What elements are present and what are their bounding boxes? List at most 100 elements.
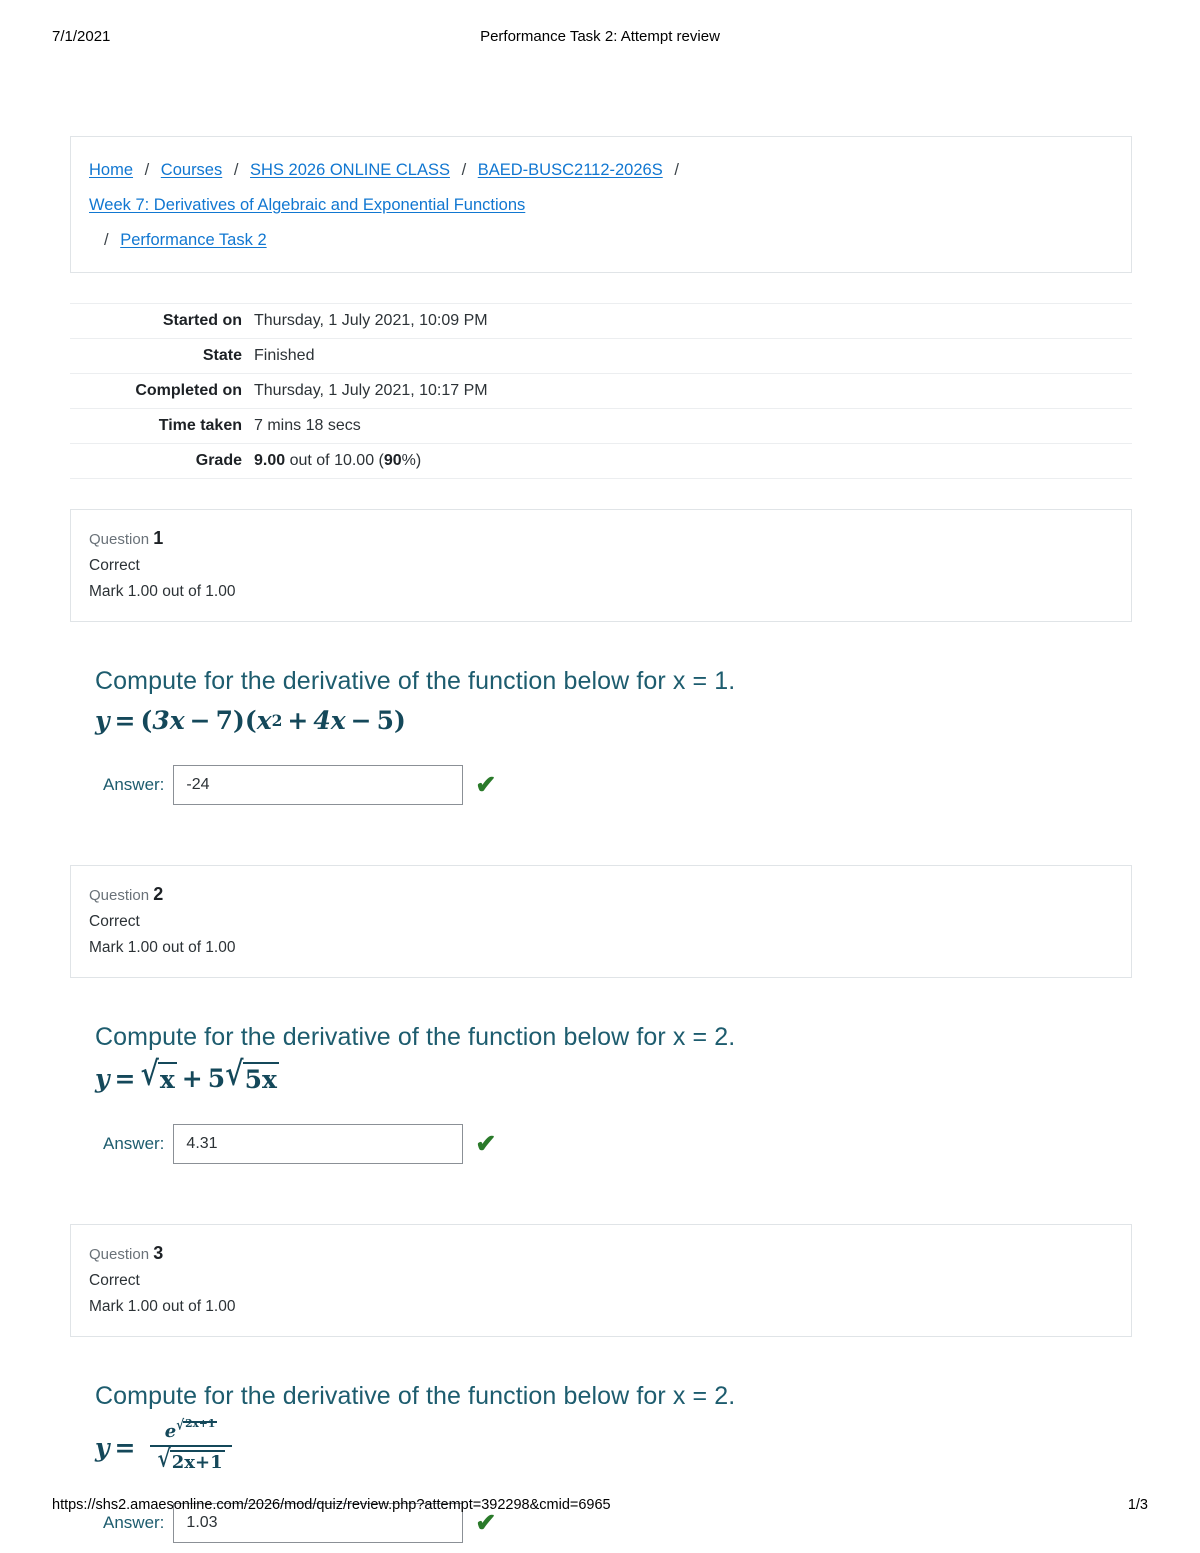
question-content-1: Compute for the derivative of the functi… [70, 664, 1132, 805]
formula-minus: − [189, 706, 211, 735]
print-header: 7/1/2021 Performance Task 2: Attempt rev… [0, 28, 1200, 50]
summary-label-grade: Grade [195, 452, 242, 469]
answer-row-1: Answer: ✔ [95, 765, 1132, 805]
question-formula-2: y = √ x + 5 √ 5x [95, 1057, 1132, 1094]
question-prompt-2: Compute for the derivative of the functi… [95, 1023, 736, 1051]
radical-sqrt-x: √ x [140, 1057, 177, 1094]
summary-value-grade: 9.00 out of 10.00 (90%) [254, 444, 1132, 479]
summary-value-state: Finished [254, 347, 315, 364]
formula-term-3x: 3x [152, 706, 185, 735]
formula-equals: = [114, 1063, 136, 1093]
formula-lhs: y [95, 1063, 110, 1093]
grade-suffix: %) [401, 452, 422, 469]
print-title: Performance Task 2: Attempt review [480, 28, 720, 45]
question-mark-1: Mark 1.00 out of 1.00 [89, 583, 236, 600]
question-formula-3: y = e √ 2x+1 √ 2x+1 [95, 1418, 1132, 1474]
grade-score: 9.00 [254, 452, 286, 469]
summary-label-completed-on: Completed on [135, 382, 242, 399]
formula-paren-close: ) [233, 706, 245, 735]
formula-plus: + [181, 1063, 203, 1093]
table-row: Grade 9.00 out of 10.00 (90%) [70, 443, 1132, 479]
attempt-summary-table: Started on Thursday, 1 July 2021, 10:09 … [70, 303, 1132, 479]
radical-body-x: x [157, 1062, 177, 1094]
breadcrumb-item-home[interactable]: Home [89, 161, 133, 179]
question-prompt-1: Compute for the derivative of the functi… [95, 667, 736, 695]
formula-coefficient-5: 5 [207, 1063, 226, 1093]
breadcrumb-item-courses[interactable]: Courses [161, 161, 222, 179]
check-icon: ✔ [475, 1129, 497, 1158]
question-info-box-2: Question 2 Correct Mark 1.00 out of 1.00 [70, 865, 1132, 978]
table-row: Completed on Thursday, 1 July 2021, 10:1… [70, 373, 1132, 409]
answer-input-2[interactable] [173, 1124, 464, 1164]
summary-value-time-taken: 7 mins 18 secs [254, 417, 361, 434]
question-state-1: Correct [89, 557, 140, 574]
breadcrumb-item-course-code[interactable]: BAED-BUSC2112-2026S [478, 161, 663, 179]
question-number-value: 3 [153, 1243, 164, 1263]
question-content-3: Compute for the derivative of the functi… [70, 1379, 1132, 1544]
question-content-2: Compute for the derivative of the functi… [70, 1020, 1132, 1164]
formula-minus-2: − [350, 706, 372, 735]
question-info-box-1: Question 1 Correct Mark 1.00 out of 1.00 [70, 509, 1132, 622]
breadcrumb-separator: / [461, 161, 467, 179]
question-number-3: Question 3 [89, 1240, 1113, 1268]
formula-term-x: x [256, 706, 272, 735]
footer-url: https://shs2.amaesonline.com/2026/mod/qu… [52, 1497, 611, 1513]
radical-sign: √ [140, 1054, 159, 1094]
summary-label-started-on: Started on [162, 312, 242, 329]
formula-plus: + [287, 706, 309, 735]
question-number-1: Question 1 [89, 525, 1113, 553]
breadcrumb-item-week-7[interactable]: Week 7: Derivatives of Algebraic and Exp… [89, 196, 525, 214]
numerator-base-e: e [164, 1421, 177, 1442]
radical-sign: √ [225, 1054, 244, 1094]
radical-sqrt-2x-plus-1-exp: √ 2x+1 [176, 1418, 218, 1433]
question-state-3: Correct [89, 1272, 140, 1289]
formula-term-5: 5 [376, 706, 395, 735]
numerator-exponent: √ 2x+1 [176, 1418, 218, 1433]
table-row: Started on Thursday, 1 July 2021, 10:09 … [70, 303, 1132, 339]
formula-term-4x: 4x [313, 706, 346, 735]
breadcrumb: Home / Courses / SHS 2026 ONLINE CLASS /… [70, 136, 1132, 273]
table-row: Time taken 7 mins 18 secs [70, 408, 1132, 444]
question-state-2: Correct [89, 913, 140, 930]
formula-paren-open-2: ( [244, 706, 257, 735]
breadcrumb-separator: / [233, 161, 239, 179]
summary-value-started-on: Thursday, 1 July 2021, 10:09 PM [254, 312, 488, 329]
question-mark-2: Mark 1.00 out of 1.00 [89, 939, 236, 956]
check-icon: ✔ [475, 770, 497, 799]
fraction: e √ 2x+1 √ 2x+1 [150, 1418, 232, 1474]
answer-label-2: Answer: [103, 1134, 165, 1153]
breadcrumb-separator: / [674, 161, 679, 179]
formula-term-7: 7 [215, 706, 233, 735]
formula-paren-open: ( [140, 706, 153, 735]
answer-row-2: Answer: ✔ [95, 1124, 1132, 1164]
formula-lhs: y [95, 1432, 110, 1462]
radical-sqrt-2x-plus-1-den: √ 2x+1 [157, 1446, 225, 1474]
question-number-value: 2 [153, 884, 164, 904]
radical-body-2x-plus-1: 2x+1 [183, 1418, 218, 1433]
question-prompt-3: Compute for the derivative of the functi… [95, 1382, 736, 1410]
formula-equals: = [114, 1432, 136, 1462]
question-number-2: Question 2 [89, 881, 1113, 909]
grade-percent: 90 [383, 452, 402, 469]
question-number-label: Question [89, 1246, 150, 1263]
summary-label-state: State [202, 347, 242, 364]
summary-value-completed-on: Thursday, 1 July 2021, 10:17 PM [254, 382, 488, 399]
breadcrumb-item-shs-2026-online-class[interactable]: SHS 2026 ONLINE CLASS [250, 161, 450, 179]
radical-sign: √ [157, 1444, 171, 1473]
page-content: Home / Courses / SHS 2026 ONLINE CLASS /… [70, 136, 1132, 1544]
question-mark-3: Mark 1.00 out of 1.00 [89, 1298, 236, 1315]
breadcrumb-separator: / [144, 161, 150, 179]
formula-equals: = [114, 706, 136, 735]
radical-body-5x: 5x [242, 1062, 279, 1094]
question-info-box-3: Question 3 Correct Mark 1.00 out of 1.00 [70, 1224, 1132, 1337]
grade-middle: out of 10.00 ( [285, 452, 384, 469]
breadcrumb-item-performance-task-2[interactable]: Performance Task 2 [120, 231, 266, 249]
fraction-denominator: √ 2x+1 [150, 1444, 232, 1474]
radical-body-2x-plus-1-den: 2x+1 [169, 1449, 225, 1473]
answer-label-1: Answer: [103, 775, 165, 794]
fraction-numerator: e √ 2x+1 [158, 1418, 225, 1445]
question-number-label: Question [89, 887, 150, 904]
radical-sqrt-5x: √ 5x [225, 1057, 279, 1094]
breadcrumb-line-2: / Performance Task 2 [97, 223, 1113, 258]
answer-input-1[interactable] [173, 765, 464, 805]
